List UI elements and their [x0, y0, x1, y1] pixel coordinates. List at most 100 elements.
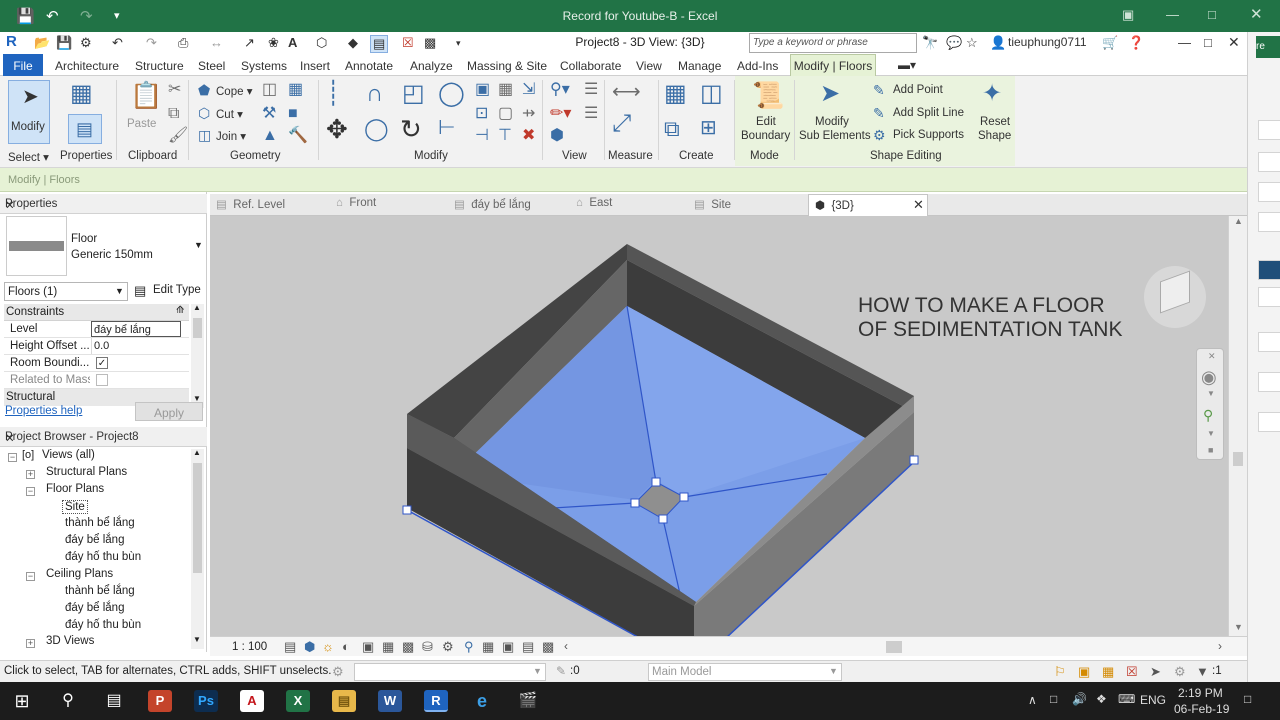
switch-windows-icon[interactable]: ▩: [424, 35, 436, 51]
split-gap-icon[interactable]: ⇸: [522, 106, 535, 122]
tab-analyze[interactable]: Analyze: [410, 59, 453, 73]
hammer-icon[interactable]: 🔨: [288, 128, 308, 144]
modify-sub-line2[interactable]: Sub Elements: [799, 130, 871, 142]
tree-item-ceiling-2[interactable]: đáy bể lắng: [65, 602, 124, 614]
close-icon[interactable]: ✕: [1250, 5, 1263, 23]
room-bounding-checkbox[interactable]: ✓: [96, 357, 108, 369]
add-point-button[interactable]: Add Point: [893, 84, 943, 96]
tab-systems[interactable]: Systems: [241, 59, 287, 73]
wall-joins-icon[interactable]: ▦: [288, 82, 303, 98]
cut-clipboard-icon[interactable]: ✂: [168, 82, 181, 98]
drawing-canvas[interactable]: HOW TO MAKE A FLOOR OF SEDIMENTATION TAN…: [210, 216, 1228, 636]
tree-item-floorplan-3[interactable]: đáy hố thu bùn: [65, 551, 141, 563]
viewcube[interactable]: [1144, 266, 1206, 328]
detail-level-icon[interactable]: ▤: [284, 639, 296, 655]
user-icon[interactable]: 👤: [990, 35, 1006, 51]
match-properties-icon[interactable]: 🖌: [168, 128, 188, 144]
shape-handle[interactable]: [679, 492, 689, 502]
array-icon[interactable]: ▦: [498, 82, 513, 98]
tab-day-be-lang[interactable]: ▤ đáy bể lắng: [454, 197, 531, 211]
scroll-down-icon[interactable]: ▼: [1234, 622, 1243, 632]
tree-item-structural-plans[interactable]: Structural Plans: [46, 466, 127, 478]
worksharing-icon[interactable]: ▦: [482, 639, 494, 655]
clock-date[interactable]: 06-Feb-19: [1174, 702, 1229, 716]
tab-view[interactable]: View: [636, 59, 662, 73]
paste-icon[interactable]: 📋: [130, 82, 162, 108]
scroll-down-icon[interactable]: ▼: [193, 635, 201, 644]
temporary-view-icon[interactable]: ▣: [502, 639, 514, 655]
revit-taskbar-icon[interactable]: R: [424, 690, 448, 712]
crop-icon[interactable]: ▦: [382, 639, 394, 655]
trim-extend-icon[interactable]: ⊢: [438, 118, 455, 138]
properties-scrollbar[interactable]: ▲ ▼: [191, 303, 204, 408]
join-icon[interactable]: ◫: [198, 128, 211, 142]
help-icon[interactable]: ❓: [1128, 35, 1144, 51]
cope-label[interactable]: Cope ▾: [216, 84, 252, 98]
delete-icon[interactable]: ✖: [522, 128, 535, 144]
shape-handle[interactable]: [909, 455, 919, 465]
maximize-icon[interactable]: □: [1208, 7, 1216, 22]
join-roof-icon[interactable]: ▲: [262, 128, 278, 144]
cut-geometry-icon[interactable]: ⬡: [198, 106, 210, 120]
scroll-right-icon[interactable]: ›: [1218, 639, 1222, 653]
excel-icon[interactable]: X: [286, 690, 310, 712]
paint-icon[interactable]: ■: [288, 106, 298, 122]
excel-cell[interactable]: [1258, 332, 1280, 352]
pick-supports-button[interactable]: Pick Supports: [893, 129, 964, 141]
tab-ref-level[interactable]: ▤ Ref. Level: [216, 197, 285, 211]
search-icon[interactable]: ⚲: [56, 690, 80, 712]
browser-scrollbar[interactable]: ▲ ▼: [191, 448, 204, 649]
view-icon-2[interactable]: ☰: [584, 106, 598, 122]
tab-insert[interactable]: Insert: [300, 59, 330, 73]
tree-item-ceiling-1[interactable]: thành bể lắng: [65, 585, 135, 597]
tree-item-floorplan-1[interactable]: thành bể lắng: [65, 517, 135, 529]
tree-item-floor-plans[interactable]: Floor Plans: [46, 483, 104, 495]
cope-icon[interactable]: ⬟: [198, 83, 210, 97]
canvas-vertical-scrollbar[interactable]: ▲ ▼: [1228, 216, 1247, 636]
properties-help-link[interactable]: Properties help: [5, 405, 82, 417]
chevron-down-icon[interactable]: ▼: [1207, 429, 1215, 438]
modify-button[interactable]: ➤ Modify: [8, 80, 50, 144]
type-selector[interactable]: Floor Generic 150mm ▼: [4, 216, 204, 278]
offset-icon[interactable]: ∩: [366, 82, 383, 106]
measure-icon[interactable]: ↔: [210, 35, 223, 50]
excel-cell[interactable]: [1258, 212, 1280, 232]
tree-item-3d-views[interactable]: 3D Views: [46, 635, 94, 648]
scale-icon[interactable]: ⇲: [522, 82, 535, 98]
background-process-icon[interactable]: ⚙: [1174, 664, 1186, 680]
search-input[interactable]: Type a keyword or phrase: [749, 33, 917, 53]
notifications-icon[interactable]: □: [1244, 692, 1251, 706]
shadows-icon[interactable]: ◐: [342, 639, 350, 654]
tab-file[interactable]: File: [3, 54, 43, 76]
word-icon[interactable]: W: [378, 690, 402, 712]
excel-cell[interactable]: [1258, 412, 1280, 432]
trim-icon[interactable]: ⊣: [475, 128, 489, 144]
level-field[interactable]: đáy bể lắng: [91, 321, 181, 337]
clock-time[interactable]: 2:19 PM: [1178, 686, 1223, 700]
excel-cell[interactable]: [1258, 120, 1280, 140]
network-icon[interactable]: □: [1050, 692, 1057, 706]
save-icon[interactable]: 💾: [56, 35, 72, 51]
tab-add-ins[interactable]: Add-Ins: [737, 59, 778, 73]
mirror-draw-icon[interactable]: ◯: [438, 82, 465, 106]
edit-type-icon[interactable]: ▤: [134, 283, 146, 299]
tab-3d[interactable]: ⬢ {3D} ✕: [808, 194, 928, 216]
tag-icon[interactable]: ❀: [268, 35, 279, 51]
autocad-icon[interactable]: A: [240, 690, 264, 712]
excel-cell[interactable]: [1258, 182, 1280, 202]
scroll-thumb[interactable]: [1233, 452, 1243, 466]
collapse-icon[interactable]: ■: [1208, 445, 1213, 455]
aligned-dimension-icon[interactable]: ⤢: [612, 112, 631, 136]
drag-elements-icon[interactable]: ➤: [1150, 664, 1161, 680]
tree-item-ceiling-3[interactable]: đáy hố thu bùn: [65, 619, 141, 631]
edit-type-button[interactable]: Edit Type: [153, 284, 201, 296]
temporary-hide-icon[interactable]: ⚙: [442, 639, 454, 655]
worksets-icon[interactable]: ⚙: [332, 664, 344, 680]
rotate-icon[interactable]: ↻: [400, 116, 422, 142]
height-offset-field[interactable]: 0.0: [91, 338, 181, 354]
tab-east[interactable]: ⌂ East: [576, 197, 612, 209]
tree-item-views-all[interactable]: Views (all): [42, 449, 95, 461]
close-icon[interactable]: ✕: [1228, 34, 1240, 51]
redo-icon[interactable]: ↷: [146, 35, 157, 51]
keyboard-icon[interactable]: ⌨: [1118, 692, 1135, 706]
